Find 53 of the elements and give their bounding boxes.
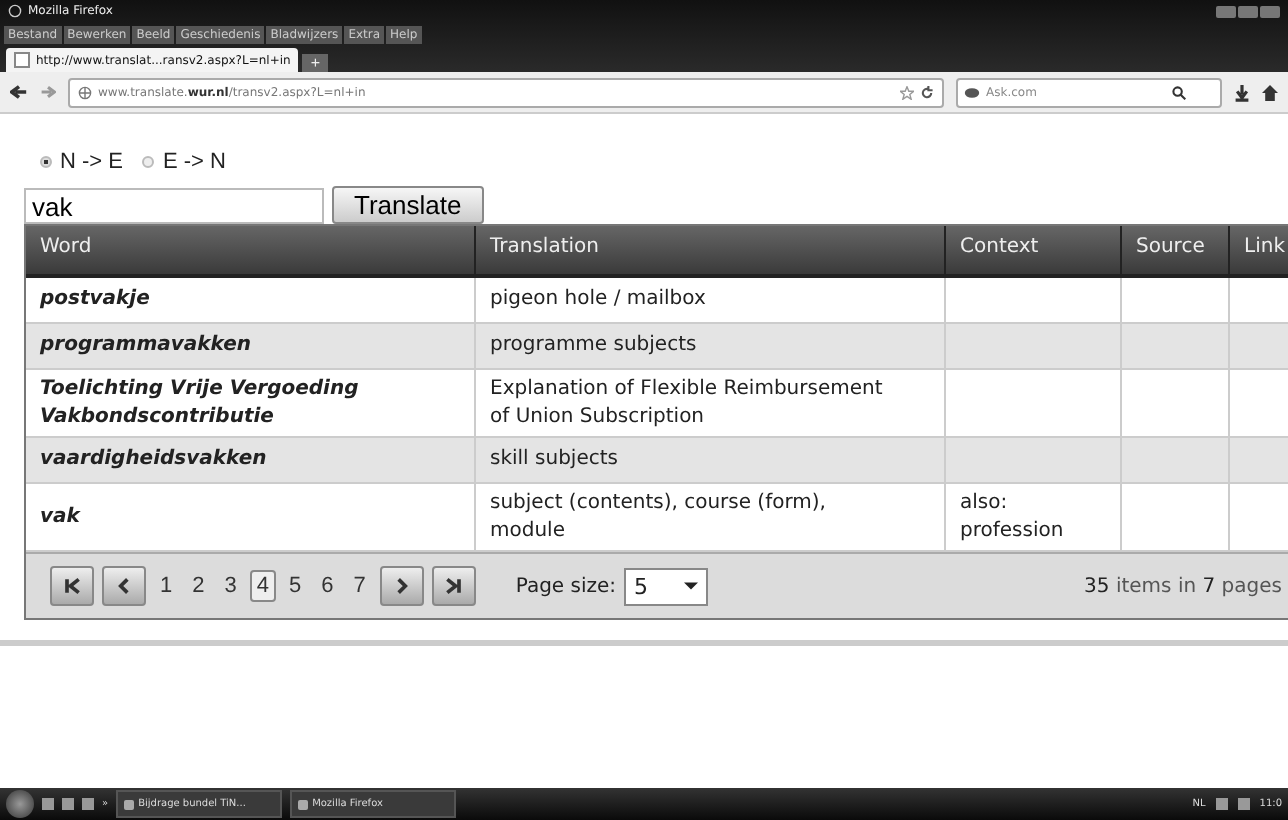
first-page-button[interactable] [50,566,94,606]
star-icon[interactable] [900,85,914,99]
caret-icon [684,582,699,590]
eye-icon[interactable] [964,85,980,99]
page-link[interactable]: 7 [347,570,372,602]
chevron-icon [114,576,134,596]
word-cell: vaardigheidsvakken [26,438,476,482]
download-icon[interactable] [1234,83,1250,101]
translation-cell: Explanation of Flexible Reimbursement of Union Subscription [476,370,946,436]
globe-icon [8,4,22,18]
close-button[interactable] [1260,5,1280,17]
page-link[interactable]: 5 [283,570,308,602]
context-cell: also: profession [946,484,1122,550]
page-link[interactable]: 6 [315,570,340,602]
search-icon[interactable] [1172,85,1186,99]
column-header[interactable]: Source [1122,226,1230,274]
minimize-button[interactable] [1216,5,1236,17]
skip-arrow-icon [443,576,464,596]
new-tab-button[interactable]: + [302,54,329,72]
home-icon[interactable] [1262,83,1278,101]
translation-cell: subject (contents), course (form), module [476,484,946,550]
page-link[interactable]: 3 [218,570,243,602]
page-size-label: Page size: [515,575,617,597]
next-page-button[interactable] [379,566,424,606]
items-summary: 35 items in 7 pages [1084,575,1282,597]
column-header[interactable]: Translation [476,226,946,274]
direction-radio[interactable]: N -> E [40,150,123,174]
translation-cell: skill subjects [476,438,946,482]
search-input[interactable]: vak [24,188,324,224]
maximize-button[interactable] [1238,5,1258,17]
column-header[interactable]: Word [26,226,476,274]
translation-cell: programme subjects [476,324,946,368]
word-cell: Toelichting Vrije Vergoeding Vakbondscontributie [26,370,476,436]
word-cell: programmavakken [26,324,476,368]
previous-page-button[interactable] [102,566,146,606]
last-page-button[interactable] [431,566,476,606]
translation-cell: pigeon hole / mailbox [476,278,946,322]
chevron-icon [391,576,412,596]
word-cell: vak [26,484,476,550]
direction-radio[interactable]: E -> N [142,150,226,174]
translate-button[interactable]: Translate [332,186,484,224]
page-size-dropdown[interactable]: 5 [624,567,709,605]
word-cell: postvakje [26,278,476,322]
back-icon[interactable] [10,84,28,100]
column-header[interactable]: Link [1230,226,1288,274]
reload-icon[interactable] [920,85,934,99]
skip-arrow-icon [62,576,82,596]
page-link[interactable]: 4 [250,570,275,602]
start-button[interactable] [6,790,34,818]
globe-icon [78,85,92,99]
column-header[interactable]: Context [946,226,1122,274]
page-link[interactable]: 1 [154,570,179,602]
page-link[interactable]: 2 [186,570,211,602]
